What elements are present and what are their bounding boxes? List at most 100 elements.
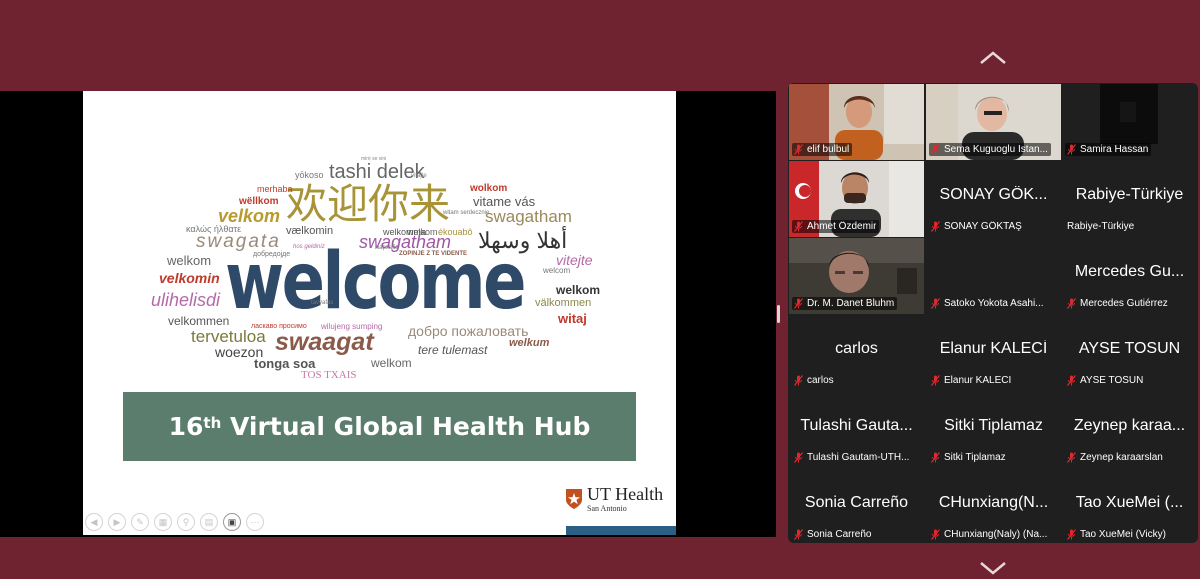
wordcloud-word: tashi delek <box>329 161 425 183</box>
wordcloud-word: witaj <box>558 311 587 326</box>
zoom-icon[interactable]: ⚲ <box>177 513 195 531</box>
participant-display-name: Elanur KALECİ <box>939 340 1048 357</box>
participant-name-label: Elanur KALECİ <box>929 374 1014 387</box>
wordcloud-word: ékouabô <box>438 227 473 237</box>
participant-name: Sema Kuguoglu Istan... <box>944 144 1048 155</box>
participant-tile[interactable]: AYSE TOSUN AYSE TOSUN <box>1062 315 1197 391</box>
participant-tile[interactable]: Tulashi Gauta... Tulashi Gautam-UTH... <box>789 392 924 468</box>
participant-tile[interactable]: CHunxiang(N... CHunxiang(Naly) (Na... <box>926 469 1061 543</box>
more-options-icon[interactable]: ⋯ <box>246 513 264 531</box>
participant-name-label: Zeynep karaarslan <box>1065 451 1166 464</box>
muted-mic-icon <box>1067 144 1076 155</box>
muted-mic-icon <box>931 298 940 309</box>
previous-slide-icon[interactable]: ◀ <box>85 513 103 531</box>
participant-tile[interactable]: Sonia Carreño Sonia Carreño <box>789 469 924 543</box>
presentation-slide: welcome 欢迎你来 tashi delek velkom swagatha… <box>83 91 676 535</box>
wordcloud-word: swagatham <box>485 207 572 226</box>
participant-name-label: CHunxiang(Naly) (Na... <box>929 528 1050 541</box>
subtitles-icon[interactable]: ▤ <box>200 513 218 531</box>
muted-mic-icon <box>1067 452 1076 463</box>
participant-name-label: Rabiye-Türkiye <box>1065 220 1137 233</box>
wordcloud-word: мархаба <box>375 245 399 251</box>
wordcloud-word: welcom <box>543 266 571 275</box>
camera-icon[interactable]: ▣ <box>223 513 241 531</box>
panel-resize-handle[interactable] <box>777 305 780 323</box>
muted-mic-icon <box>794 529 803 540</box>
wordcloud-word: welkom <box>167 253 212 268</box>
participant-name-label: Samira Hassan <box>1065 143 1152 156</box>
participant-name-label: Sitki Tiplamaz <box>929 451 1009 464</box>
participant-tile[interactable]: Dr. M. Danet Bluhm <box>789 238 924 314</box>
participant-tile[interactable]: Elanur KALECİ Elanur KALECİ <box>926 315 1061 391</box>
participant-tile[interactable]: Rabiye-Türkiye Rabiye-Türkiye <box>1062 161 1197 237</box>
participant-name: Tulashi Gautam-UTH... <box>807 452 910 463</box>
slide-title-banner: 16th Virtual Global Health Hub <box>123 392 636 461</box>
participant-name: CHunxiang(Naly) (Na... <box>944 529 1048 540</box>
wordcloud-word: vælkomin <box>286 225 334 237</box>
participant-tile[interactable]: Mercedes Gu... Mercedes Gutiérrez <box>1062 238 1197 314</box>
wordcloud-word: merhaba <box>257 184 293 194</box>
participant-name: Zeynep karaarslan <box>1080 452 1163 463</box>
participant-tile[interactable]: carlos carlos <box>789 315 924 391</box>
wordcloud-word: ZOPINJE Z TE VIDENTE <box>399 251 468 257</box>
participant-name: AYSE TOSUN <box>1080 375 1144 386</box>
pen-icon[interactable]: ✎ <box>131 513 149 531</box>
wordcloud-word: vitame vás <box>473 194 536 209</box>
participant-name-label: SONAY GÖKTAŞ <box>929 220 1025 233</box>
wordcloud-word: hos geldiniz <box>293 244 325 250</box>
participant-tile[interactable]: Sema Kuguoglu Istan... <box>926 84 1061 160</box>
participant-name-label: elif bulbul <box>792 143 853 156</box>
muted-mic-icon <box>931 375 940 386</box>
participant-name: elif bulbul <box>807 144 850 155</box>
wordcloud-word: welkomma <box>383 227 427 237</box>
participant-display-name: carlos <box>835 340 878 357</box>
muted-mic-icon <box>794 298 803 309</box>
participant-name: Dr. M. Danet Bluhm <box>807 298 895 309</box>
wordcloud-word: أهلا وسهلا <box>478 228 568 253</box>
participant-display-name: Tao XueMei (... <box>1075 494 1184 511</box>
participant-name-label: Satoko Yokota Asahi... <box>929 297 1047 310</box>
slideshow-controls: ◀ ▶ ✎ ▦ ⚲ ▤ ▣ ⋯ <box>85 513 264 531</box>
wordcloud-word: vitajte <box>411 173 427 179</box>
participant-name: Mercedes Gutiérrez <box>1080 298 1168 309</box>
participant-name: Samira Hassan <box>1080 144 1149 155</box>
muted-mic-icon <box>794 221 803 232</box>
participant-display-name: Sitki Tiplamaz <box>944 417 1043 434</box>
wordcloud-word: tavyafas <box>311 300 334 306</box>
participant-name: carlos <box>807 375 834 386</box>
muted-mic-icon <box>931 529 940 540</box>
participant-name-label: Mercedes Gutiérrez <box>1065 297 1171 310</box>
next-slide-icon[interactable]: ▶ <box>108 513 126 531</box>
scroll-up-chevron-icon[interactable] <box>978 50 1008 66</box>
participant-tile[interactable]: SONAY GÖK... SONAY GÖKTAŞ <box>926 161 1061 237</box>
participant-display-name: AYSE TOSUN <box>1078 340 1181 357</box>
participant-tile[interactable]: Samira Hassan <box>1062 84 1197 160</box>
participant-tile[interactable]: Satoko Yokota Asahi... <box>926 238 1061 314</box>
participant-name: SONAY GÖKTAŞ <box>944 221 1022 232</box>
screen-share-area: welcome 欢迎你来 tashi delek velkom swagatha… <box>0 91 776 537</box>
participant-name: Tao XueMei (Vicky) <box>1080 529 1166 540</box>
wordcloud-word: mirë se vini <box>361 156 387 162</box>
wordcloud-word: wolkom <box>470 183 508 194</box>
all-slides-icon[interactable]: ▦ <box>154 513 172 531</box>
wordcloud-word: yōkoso <box>295 170 324 180</box>
wordcloud-word: vitejte <box>556 252 593 268</box>
participant-tile[interactable]: Tao XueMei (... Tao XueMei (Vicky) <box>1062 469 1197 543</box>
participant-tile[interactable]: Ahmet Özdemir <box>789 161 924 237</box>
wordcloud-word: velkommen <box>168 314 230 328</box>
participant-display-name: Tulashi Gauta... <box>800 417 913 434</box>
muted-mic-icon <box>931 221 940 232</box>
participant-tile[interactable]: Zeynep karaa... Zeynep karaarslan <box>1062 392 1197 468</box>
wordcloud-word: tervetuloa <box>191 327 266 346</box>
participant-name: Rabiye-Türkiye <box>1067 221 1135 232</box>
muted-mic-icon <box>1067 298 1076 309</box>
banner-ordinal-suffix: th <box>203 413 222 432</box>
wordcloud-word: welkom <box>371 356 412 370</box>
participant-display-name: Rabiye-Türkiye <box>1075 186 1184 203</box>
wordcloud-word: welkom <box>556 283 601 297</box>
scroll-down-chevron-icon[interactable] <box>978 560 1008 576</box>
participant-name: Satoko Yokota Asahi... <box>944 298 1044 309</box>
participant-name: Sitki Tiplamaz <box>944 452 1006 463</box>
participant-tile[interactable]: elif bulbul <box>789 84 924 160</box>
participant-tile[interactable]: Sitki Tiplamaz Sitki Tiplamaz <box>926 392 1061 468</box>
